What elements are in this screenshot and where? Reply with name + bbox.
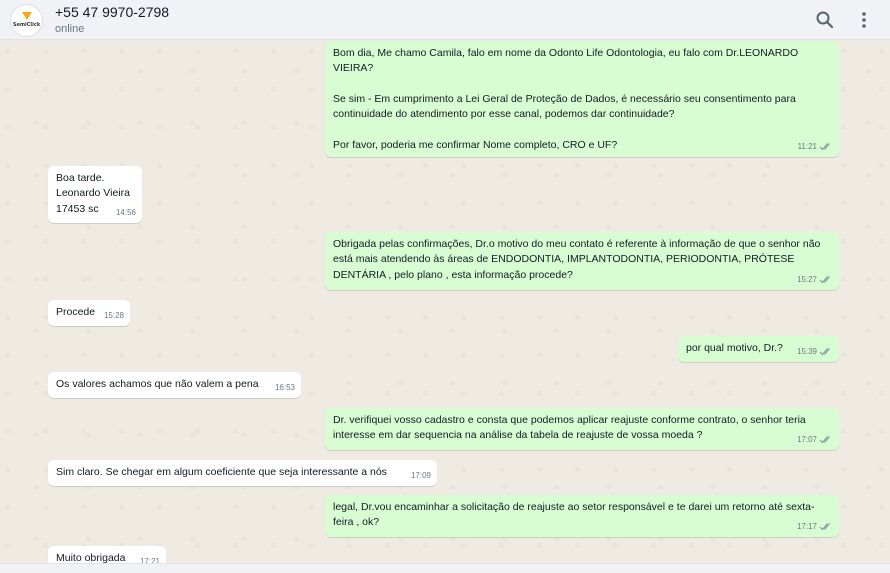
message-time: 15:39	[796, 346, 817, 356]
message-time: 15:27	[796, 274, 817, 284]
contact-name[interactable]: +55 47 9970-2798	[55, 4, 169, 20]
message-text: Obrigada pelas confirmações, Dr.o motivo…	[333, 238, 821, 281]
message-text: Bom dia, Me chamo Camila, falo em nome d…	[333, 47, 799, 151]
kebab-menu-icon[interactable]	[853, 9, 875, 31]
message-incoming[interactable]: Muito obrigada 17:21	[48, 546, 166, 563]
logo-icon	[22, 12, 32, 20]
chat-header: SemiClick +55 47 9970-2798 online	[0, 0, 890, 40]
message-text: Os valores achamos que não valem a pena	[56, 378, 259, 390]
message-incoming[interactable]: Boa tarde. Leonardo Vieira 17453 sc 14:5…	[48, 166, 142, 223]
double-check-icon	[819, 522, 830, 531]
message-meta: 15:27	[797, 272, 833, 287]
message-list[interactable]: Bom dia, Me chamo Camila, falo em nome d…	[0, 40, 890, 563]
message-meta: 11:21	[798, 139, 833, 154]
message-meta: 15:28	[104, 308, 124, 323]
message-time: 14:56	[115, 207, 136, 217]
compose-bar[interactable]	[0, 563, 890, 573]
message-meta: 14:56	[116, 205, 136, 220]
double-check-icon	[819, 142, 830, 151]
avatar[interactable]: SemiClick	[10, 4, 43, 37]
message-time: 11:21	[797, 141, 817, 151]
contact-status: online	[55, 23, 85, 35]
message-text: Dr. verifiquei vosso cadastro e consta q…	[333, 414, 806, 442]
message-meta: 17:17	[797, 519, 833, 534]
message-time: 17:21	[139, 556, 160, 563]
message-incoming[interactable]: Os valores achamos que não valem a pena …	[48, 372, 301, 398]
message-outgoing[interactable]: Bom dia, Me chamo Camila, falo em nome d…	[325, 41, 839, 157]
message-time: 17:07	[796, 434, 817, 444]
message-outgoing[interactable]: por qual motivo, Dr.? 15:39	[678, 336, 839, 362]
message-meta: 15:39	[797, 344, 833, 359]
message-time: 16:53	[274, 382, 295, 392]
message-incoming[interactable]: Procede 15:28	[48, 300, 130, 326]
message-text: legal, Dr.vou encaminhar a solicitação d…	[333, 501, 815, 529]
double-check-icon	[819, 347, 830, 356]
message-text: Sim claro. Se chegar em algum coeficient…	[56, 466, 387, 478]
double-check-icon	[819, 275, 830, 284]
search-icon[interactable]	[814, 9, 836, 31]
message-meta: 17:07	[797, 432, 833, 447]
message-time: 15:28	[103, 310, 124, 320]
message-meta: 16:53	[275, 380, 295, 395]
avatar-label: SemiClick	[12, 22, 41, 28]
message-outgoing[interactable]: legal, Dr.vou encaminhar a solicitação d…	[325, 495, 839, 537]
message-outgoing[interactable]: Dr. verifiquei vosso cadastro e consta q…	[325, 408, 839, 450]
message-meta: 17:21	[140, 554, 160, 563]
message-meta: 17:09	[411, 468, 431, 483]
message-outgoing[interactable]: Obrigada pelas confirmações, Dr.o motivo…	[325, 232, 839, 290]
message-time: 17:17	[796, 521, 817, 531]
message-incoming[interactable]: Sim claro. Se chegar em algum coeficient…	[48, 460, 437, 486]
double-check-icon	[819, 435, 830, 444]
message-time: 17:09	[410, 470, 431, 480]
